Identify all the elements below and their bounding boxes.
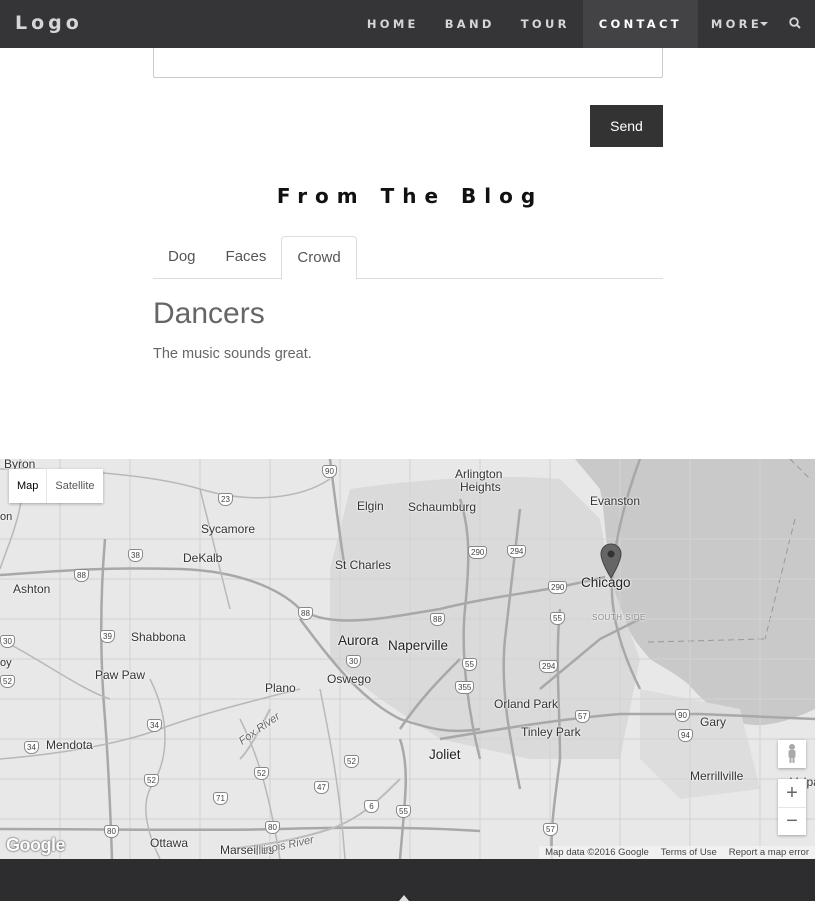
shield-i290-east: 290: [548, 581, 568, 594]
map-canvas[interactable]: [0, 459, 815, 859]
shield-30-west: 30: [0, 635, 15, 648]
shield-52-mid: 52: [344, 755, 359, 768]
google-logo[interactable]: Google: [6, 835, 66, 856]
label-sycamore: Sycamore: [201, 522, 256, 536]
map-type-control: Map Satellite: [9, 469, 103, 503]
shield-i294: 294: [507, 545, 527, 558]
shield-52-south: 52: [144, 774, 159, 787]
label-elgin: Elgin: [357, 499, 384, 513]
label-mendota: Mendota: [46, 738, 93, 752]
shield-52-west: 52: [0, 675, 15, 688]
zoom-out-button[interactable]: −: [778, 807, 806, 835]
shield-i55-south: 55: [396, 805, 411, 818]
label-dekalb: DeKalb: [183, 551, 223, 565]
map-marker-icon[interactable]: [600, 543, 622, 579]
tab-dog[interactable]: Dog: [153, 236, 211, 279]
shield-23: 23: [218, 493, 233, 506]
label-aurora: Aurora: [338, 633, 379, 648]
shield-34: 34: [147, 719, 162, 732]
shield-i88-mid: 88: [430, 613, 445, 626]
scroll-to-top-icon[interactable]: [399, 895, 409, 901]
label-schaumburg: Schaumburg: [408, 500, 477, 514]
label-heights: Heights: [460, 480, 501, 494]
label-oswego: Oswego: [327, 672, 372, 686]
nav-more-dropdown[interactable]: MORE: [698, 0, 781, 48]
tab-faces[interactable]: Faces: [211, 236, 282, 279]
caret-down-icon: [760, 21, 768, 26]
nav-menu: HOME BAND TOUR CONTACT MORE: [354, 0, 815, 48]
label-gary: Gary: [700, 715, 727, 729]
shield-6: 6: [364, 800, 379, 813]
label-oy: oy: [0, 657, 12, 669]
shield-71: 71: [213, 792, 228, 805]
label-ottawa: Ottawa: [150, 836, 189, 850]
shield-i57: 57: [575, 710, 590, 723]
blog-heading: From The Blog: [276, 184, 544, 208]
shield-38: 38: [128, 549, 143, 562]
nav-tour[interactable]: TOUR: [508, 0, 583, 48]
nav-home[interactable]: HOME: [354, 0, 432, 48]
shield-30: 30: [346, 655, 361, 668]
shield-i90-south: 90: [675, 709, 690, 722]
zoom-control: + −: [778, 779, 806, 835]
shield-i55: 55: [462, 658, 477, 671]
shield-i294-south: 294: [539, 660, 559, 673]
shield-34-west: 34: [24, 741, 39, 754]
label-on: on: [0, 511, 13, 523]
shield-355: 355: [455, 681, 475, 694]
shield-i80-west: 80: [104, 825, 119, 838]
label-orland-park: Orland Park: [494, 697, 559, 711]
report-map-error-link[interactable]: Report a map error: [723, 846, 815, 859]
send-button[interactable]: Send: [590, 105, 663, 147]
shield-i57-south: 57: [543, 823, 558, 836]
label-tinley-park: Tinley Park: [521, 725, 581, 739]
shield-i90-north: 90: [322, 465, 337, 478]
map-type-map-button[interactable]: Map: [9, 469, 48, 503]
nav-contact[interactable]: CONTACT: [582, 0, 698, 48]
label-merrillville: Merrillville: [690, 769, 744, 783]
brand-logo[interactable]: Logo: [15, 12, 83, 34]
label-pawpaw: Paw Paw: [95, 668, 146, 682]
terms-of-use-link[interactable]: Terms of Use: [655, 846, 723, 859]
shield-52: 52: [254, 767, 269, 780]
label-shabbona: Shabbona: [131, 630, 186, 644]
post-text: The music sounds great.: [153, 346, 312, 362]
shield-39: 39: [100, 630, 115, 643]
shield-i88-west: 88: [74, 569, 89, 582]
shield-i94: 94: [678, 729, 693, 742]
label-south-side: SOUTH SIDE: [592, 613, 646, 622]
search-button[interactable]: [781, 0, 815, 48]
post-title: Dancers: [153, 297, 265, 330]
page-footer: [0, 859, 815, 901]
nav-more-label: MORE: [710, 17, 762, 31]
google-map[interactable]: 90 23 290 294 38 88 88 290 88 39 55 30 3…: [0, 459, 815, 859]
label-arlington: Arlington: [455, 467, 503, 481]
shield-i290: 290: [468, 546, 488, 559]
label-ashton: Ashton: [13, 582, 51, 596]
shield-i88-east: 88: [298, 607, 313, 620]
label-evanston: Evanston: [590, 494, 641, 508]
navbar: Logo HOME BAND TOUR CONTACT MORE: [0, 0, 815, 48]
label-naperville: Naperville: [388, 638, 449, 653]
blog-tabs: Dog Faces Crowd: [153, 236, 663, 280]
map-data-text: Map data ©2016 Google: [545, 847, 649, 858]
shield-i55-north: 55: [550, 612, 565, 625]
map-type-satellite-button[interactable]: Satellite: [47, 469, 102, 503]
shield-i80-east: 80: [265, 821, 280, 834]
map-attribution: Map data ©2016 Google Terms of Use Repor…: [539, 846, 815, 859]
tab-crowd[interactable]: Crowd: [281, 236, 357, 280]
nav-band[interactable]: BAND: [432, 0, 508, 48]
label-stcharles: St Charles: [335, 558, 392, 572]
label-joliet: Joliet: [429, 747, 461, 762]
zoom-in-button[interactable]: +: [778, 779, 806, 807]
pegman-icon: [788, 744, 796, 763]
street-view-pegman-button[interactable]: [778, 740, 806, 768]
shield-47: 47: [314, 781, 329, 794]
label-plano: Plano: [265, 681, 296, 695]
search-icon: [789, 17, 801, 29]
